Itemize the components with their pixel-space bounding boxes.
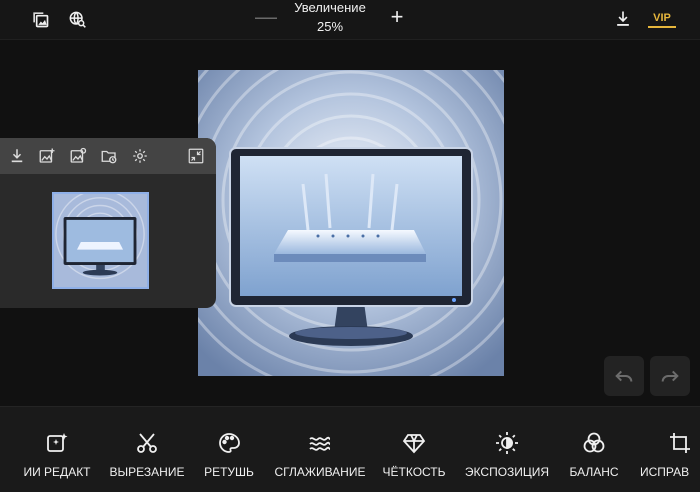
web-search-icon[interactable] xyxy=(65,7,89,31)
image-settings-icon[interactable] xyxy=(68,146,88,166)
collapse-panel-icon[interactable] xyxy=(186,146,206,166)
folder-clock-icon[interactable] xyxy=(99,146,119,166)
navigator-panel xyxy=(0,138,216,308)
canvas-image[interactable] xyxy=(198,70,504,376)
add-image-icon[interactable] xyxy=(37,146,57,166)
top-bar: — Увеличение 25% + VIP xyxy=(0,0,700,40)
undo-button[interactable] xyxy=(604,356,644,396)
tool-cut-out[interactable]: ВЫРЕЗАНИЕ xyxy=(106,407,188,492)
navigator-thumbnail[interactable] xyxy=(52,192,149,289)
tool-fix[interactable]: ИСПРАВ xyxy=(636,407,700,492)
tool-label: ВЫРЕЗАНИЕ xyxy=(109,465,185,479)
tool-retouch[interactable]: РЕТУШЬ xyxy=(196,407,262,492)
tool-label: ИИ РЕДАКТ xyxy=(23,465,91,479)
editor-app: — Увеличение 25% + VIP ИИ РЕДАКТ ВЫРЕЗАН… xyxy=(0,0,700,492)
color-balance-icon xyxy=(582,431,606,455)
waves-icon xyxy=(308,431,332,455)
tool-exposure[interactable]: ЭКСПОЗИЦИЯ xyxy=(460,407,554,492)
ai-sparkle-icon xyxy=(45,431,69,455)
gear-icon[interactable] xyxy=(130,146,150,166)
tool-label: ИСПРАВ xyxy=(640,465,690,479)
palette-icon xyxy=(217,431,241,455)
vip-badge[interactable]: VIP xyxy=(648,8,676,28)
thumbnail-image xyxy=(54,194,147,287)
download-icon[interactable] xyxy=(611,7,635,31)
exposure-icon xyxy=(495,431,519,455)
scissors-icon xyxy=(135,431,159,455)
diamond-icon xyxy=(402,431,426,455)
zoom-in-button[interactable]: + xyxy=(385,6,409,30)
redo-icon xyxy=(661,370,679,382)
tool-label: БАЛАНС xyxy=(569,465,619,479)
undo-icon xyxy=(615,370,633,382)
gallery-icon[interactable] xyxy=(28,7,52,31)
tool-balance[interactable]: БАЛАНС xyxy=(562,407,626,492)
tool-sharpness[interactable]: ЧЁТКОСТЬ xyxy=(378,407,450,492)
monitor-router-illustration xyxy=(198,70,504,376)
crop-icon xyxy=(668,431,692,455)
tool-label: ЭКСПОЗИЦИЯ xyxy=(464,465,550,479)
download-icon[interactable] xyxy=(7,146,27,166)
tool-label: ЧЁТКОСТЬ xyxy=(382,465,446,479)
redo-button[interactable] xyxy=(650,356,690,396)
tools-bar: ИИ РЕДАКТ ВЫРЕЗАНИЕ РЕТУШЬ СГЛАЖИВАНИЕ Ч xyxy=(0,406,700,492)
tool-smoothing[interactable]: СГЛАЖИВАНИЕ xyxy=(270,407,370,492)
zoom-label: Увеличение xyxy=(294,0,366,15)
tool-label: СГЛАЖИВАНИЕ xyxy=(274,465,366,479)
tool-label: РЕТУШЬ xyxy=(204,465,254,479)
zoom-out-button[interactable]: — xyxy=(254,6,278,30)
navigator-toolbar xyxy=(0,138,216,174)
zoom-value: 25% xyxy=(316,19,344,34)
tool-ai-edit[interactable]: ИИ РЕДАКТ xyxy=(18,407,96,492)
